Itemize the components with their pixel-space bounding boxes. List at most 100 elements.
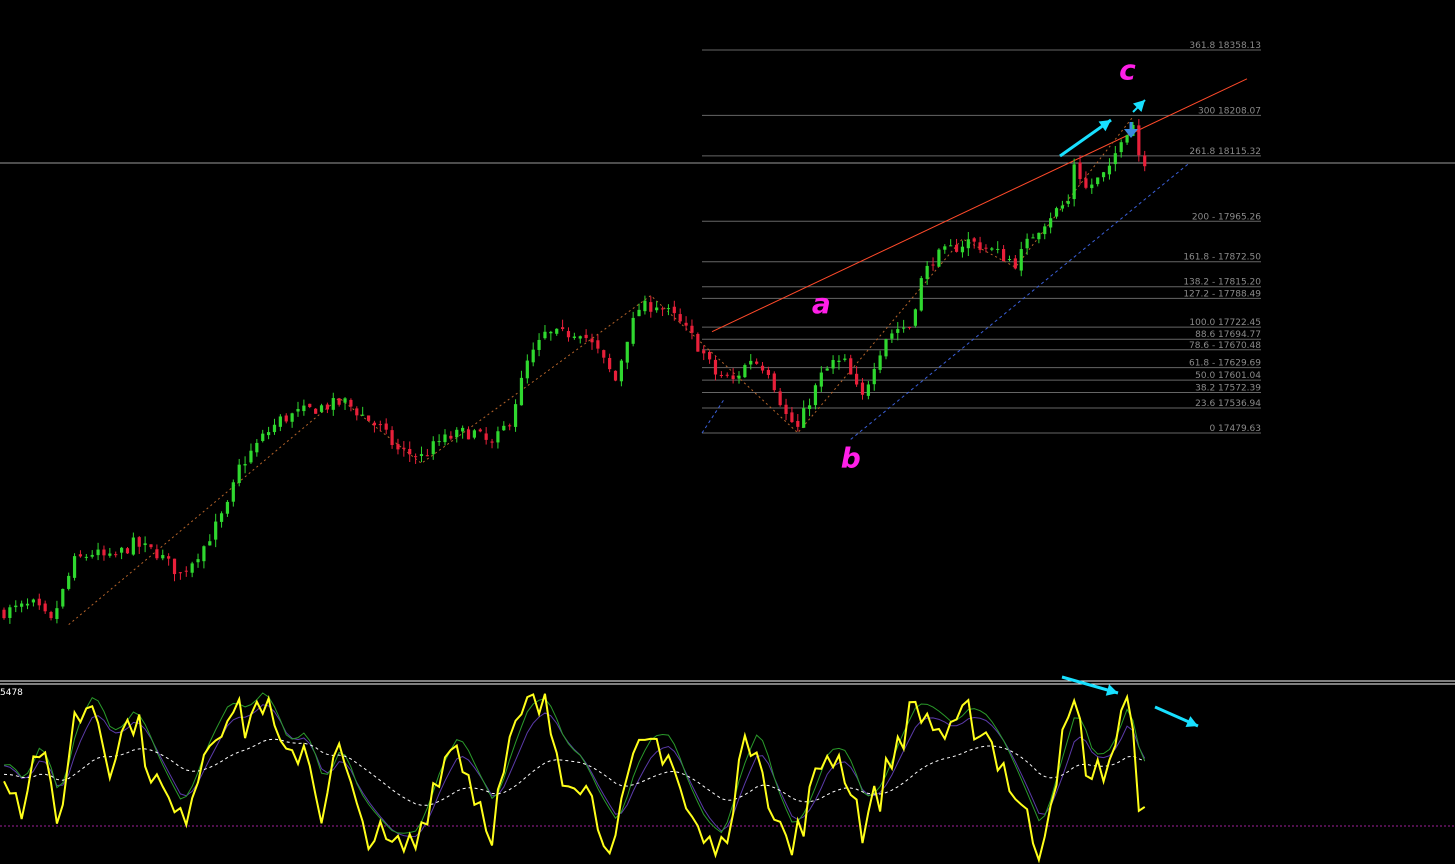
candle-body [8, 607, 12, 618]
candle-body [1113, 153, 1117, 165]
fib-label: 50.0 17601.04 [1195, 371, 1261, 381]
candle-body [966, 239, 970, 249]
candle [366, 415, 371, 421]
candle [937, 248, 941, 267]
candle-body [478, 429, 482, 432]
candle-body [167, 556, 171, 559]
candle-body [1078, 162, 1082, 180]
candle-body [84, 556, 88, 558]
candle-body [261, 433, 265, 441]
candle-body [913, 309, 917, 326]
candle-body [1119, 142, 1123, 153]
candle-body [919, 278, 923, 311]
candle-body [61, 588, 65, 607]
candle-body [1043, 226, 1047, 235]
candle-body [120, 547, 124, 553]
candle-body [655, 307, 659, 311]
candle-body [543, 331, 547, 339]
candle-body [843, 358, 847, 360]
candle-body [402, 447, 406, 449]
candle [696, 332, 700, 352]
candle-body [766, 369, 770, 375]
candle-body [108, 553, 112, 556]
candle-body [1007, 258, 1012, 260]
candle-body [1101, 172, 1106, 178]
candle-body [243, 464, 247, 466]
candle [61, 588, 65, 609]
candle-body [96, 549, 100, 556]
candle-body [308, 403, 312, 408]
candle-body [549, 331, 553, 334]
candle-body [414, 456, 418, 458]
fib-label: 0 17479.63 [1209, 424, 1261, 434]
candle-body [790, 412, 794, 423]
candle-body [696, 333, 700, 352]
fib-label: 127.2 - 17788.49 [1183, 289, 1261, 299]
candle-body [225, 501, 230, 514]
candle-body [314, 408, 318, 414]
candle-body [214, 521, 218, 540]
candle-body [172, 558, 177, 575]
candle-body [1096, 177, 1100, 185]
candle-body [708, 351, 712, 360]
candle-body [1060, 205, 1064, 209]
candle-body [2, 609, 6, 619]
candle-body [190, 563, 194, 573]
candle-body [390, 430, 394, 445]
candle-body [625, 341, 629, 363]
candle-body [272, 424, 277, 433]
fib-label: 261.8 18115.32 [1189, 147, 1261, 157]
candle-body [255, 442, 259, 453]
candle-body [49, 612, 53, 619]
candle-body [131, 537, 135, 555]
candle-body [1019, 249, 1023, 271]
candle-body [902, 327, 906, 329]
candle-body [602, 350, 606, 358]
fib-label: 38.2 17572.39 [1195, 384, 1261, 394]
candle-body [337, 398, 341, 405]
wave-label-b: b [841, 442, 861, 475]
candle-body [331, 398, 335, 410]
fib-label: 88.6 17694.77 [1195, 330, 1261, 340]
candle-body [943, 246, 947, 250]
fib-label: 61.8 - 17629.69 [1189, 359, 1261, 369]
candle-body [907, 327, 912, 329]
candle-body [784, 404, 788, 414]
candle-body [302, 405, 306, 412]
candle [919, 275, 923, 312]
candle-body [466, 429, 471, 440]
candle-body [672, 306, 676, 314]
candle-body [513, 404, 518, 427]
candle-body [619, 360, 623, 382]
candle-body [778, 391, 782, 406]
candle [884, 338, 888, 360]
candle-body [802, 408, 806, 428]
candle-body [1143, 155, 1147, 167]
candle-body [231, 482, 235, 502]
candle-body [584, 334, 588, 339]
candle-body [596, 340, 600, 349]
candle-body [508, 425, 512, 427]
candle-body [355, 408, 359, 416]
candle-body [954, 244, 959, 252]
candle-body [678, 314, 682, 322]
candle-body [631, 317, 635, 344]
candle-body [143, 543, 147, 546]
candle-body [78, 554, 83, 557]
candle-body [937, 249, 941, 267]
candle-body [25, 603, 30, 606]
candle-body [1107, 165, 1112, 175]
candle [743, 363, 747, 379]
candle-body [807, 405, 812, 410]
candle-body [43, 603, 47, 612]
candle-body [931, 264, 935, 266]
candle-body [202, 546, 206, 562]
candle-body [713, 359, 718, 375]
candle-body [590, 338, 594, 343]
candle-body [531, 349, 535, 363]
candle-body [396, 444, 400, 450]
candle-body [455, 429, 459, 438]
candle-body [608, 357, 612, 370]
fib-label: 78.6 - 17670.48 [1189, 341, 1261, 351]
candle-body [872, 369, 876, 385]
